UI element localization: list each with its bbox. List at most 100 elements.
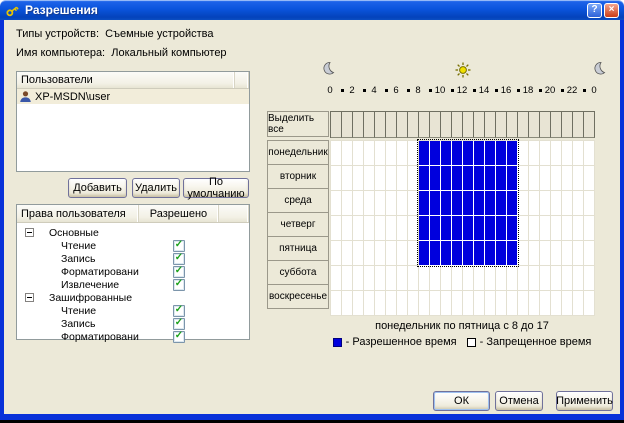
schedule-cell[interactable]	[364, 266, 375, 291]
schedule-cell[interactable]	[540, 166, 551, 191]
cancel-button[interactable]: Отмена	[495, 391, 543, 411]
schedule-cell[interactable]	[375, 241, 386, 266]
schedule-cell[interactable]	[573, 191, 584, 216]
schedule-cell[interactable]	[364, 216, 375, 241]
schedule-cell[interactable]	[573, 291, 584, 316]
hour-column-button[interactable]	[430, 112, 441, 138]
schedule-cell[interactable]	[408, 266, 419, 291]
schedule-cell[interactable]	[364, 191, 375, 216]
hour-column-button[interactable]	[419, 112, 430, 138]
schedule-cell[interactable]	[562, 191, 573, 216]
schedule-cell[interactable]	[353, 216, 364, 241]
schedule-cell[interactable]	[353, 291, 364, 316]
schedule-cell[interactable]	[353, 141, 364, 166]
hour-column-button[interactable]	[375, 112, 386, 138]
schedule-cell[interactable]	[463, 241, 474, 266]
schedule-cell[interactable]	[386, 291, 397, 316]
day-button[interactable]: вторник	[267, 164, 329, 189]
schedule-cell[interactable]	[573, 241, 584, 266]
schedule-cell[interactable]	[452, 141, 463, 166]
schedule-cell[interactable]	[353, 241, 364, 266]
schedule-cell[interactable]	[474, 216, 485, 241]
schedule-cell[interactable]	[353, 166, 364, 191]
schedule-cell[interactable]	[529, 141, 540, 166]
schedule-cell[interactable]	[408, 166, 419, 191]
schedule-cell[interactable]	[463, 266, 474, 291]
schedule-cell[interactable]	[463, 141, 474, 166]
schedule-cell[interactable]	[364, 141, 375, 166]
schedule-cell[interactable]	[485, 141, 496, 166]
schedule-cell[interactable]	[463, 216, 474, 241]
day-button[interactable]: понедельник	[267, 140, 329, 165]
day-button[interactable]: среда	[267, 188, 329, 213]
hour-column-button[interactable]	[507, 112, 518, 138]
schedule-cell[interactable]	[430, 266, 441, 291]
schedule-cell[interactable]	[441, 191, 452, 216]
permission-checkbox[interactable]: ✓	[173, 305, 185, 317]
schedule-cell[interactable]	[540, 141, 551, 166]
schedule-cell[interactable]	[474, 291, 485, 316]
schedule-cell[interactable]	[485, 291, 496, 316]
schedule-cell[interactable]	[474, 191, 485, 216]
schedule-cell[interactable]	[452, 216, 463, 241]
hour-column-button[interactable]	[474, 112, 485, 138]
schedule-cell[interactable]	[397, 241, 408, 266]
schedule-cell[interactable]	[430, 141, 441, 166]
schedule-cell[interactable]	[397, 216, 408, 241]
hour-column-button[interactable]	[573, 112, 584, 138]
schedule-cell[interactable]	[331, 241, 342, 266]
schedule-cell[interactable]	[518, 291, 529, 316]
schedule-cell[interactable]	[441, 266, 452, 291]
day-button[interactable]: суббота	[267, 260, 329, 285]
schedule-cell[interactable]	[375, 216, 386, 241]
schedule-cell[interactable]	[474, 141, 485, 166]
default-user-button[interactable]: По умолчанию	[183, 178, 249, 198]
schedule-cell[interactable]	[551, 216, 562, 241]
schedule-cell[interactable]	[408, 191, 419, 216]
schedule-cell[interactable]	[496, 266, 507, 291]
schedule-cell[interactable]	[430, 291, 441, 316]
schedule-cell[interactable]	[441, 291, 452, 316]
hour-column-button[interactable]	[353, 112, 364, 138]
schedule-cell[interactable]	[573, 216, 584, 241]
select-all-button[interactable]: Выделить все	[267, 111, 329, 137]
schedule-cell[interactable]	[430, 191, 441, 216]
schedule-cell[interactable]	[562, 266, 573, 291]
schedule-cell[interactable]	[496, 241, 507, 266]
schedule-cell[interactable]	[375, 141, 386, 166]
schedule-cell[interactable]	[540, 241, 551, 266]
day-button[interactable]: воскресенье	[267, 284, 329, 309]
hour-column-button[interactable]	[562, 112, 573, 138]
schedule-cell[interactable]	[452, 191, 463, 216]
schedule-cell[interactable]	[584, 216, 595, 241]
schedule-cell[interactable]	[331, 166, 342, 191]
hour-column-button[interactable]	[452, 112, 463, 138]
schedule-cell[interactable]	[408, 216, 419, 241]
hour-column-button[interactable]	[540, 112, 551, 138]
schedule-cell[interactable]	[507, 266, 518, 291]
schedule-cell[interactable]	[584, 241, 595, 266]
day-button[interactable]: пятница	[267, 236, 329, 261]
schedule-cell[interactable]	[375, 166, 386, 191]
schedule-cell[interactable]	[551, 166, 562, 191]
schedule-cell[interactable]	[452, 291, 463, 316]
schedule-cell[interactable]	[342, 191, 353, 216]
day-button[interactable]: четверг	[267, 212, 329, 237]
schedule-cell[interactable]	[584, 191, 595, 216]
schedule-cell[interactable]	[573, 266, 584, 291]
schedule-cell[interactable]	[353, 266, 364, 291]
schedule-cell[interactable]	[518, 191, 529, 216]
schedule-cell[interactable]	[342, 241, 353, 266]
schedule-cell[interactable]	[397, 141, 408, 166]
schedule-cell[interactable]	[441, 141, 452, 166]
schedule-cell[interactable]	[573, 141, 584, 166]
schedule-cell[interactable]	[441, 241, 452, 266]
permission-checkbox[interactable]: ✓	[173, 331, 185, 343]
schedule-cell[interactable]	[463, 191, 474, 216]
remove-user-button[interactable]: Удалить	[132, 178, 180, 198]
schedule-cell[interactable]	[331, 141, 342, 166]
schedule-cell[interactable]	[562, 291, 573, 316]
schedule-cell[interactable]	[518, 141, 529, 166]
apply-button[interactable]: Применить	[556, 391, 613, 411]
hour-column-button[interactable]	[364, 112, 375, 138]
